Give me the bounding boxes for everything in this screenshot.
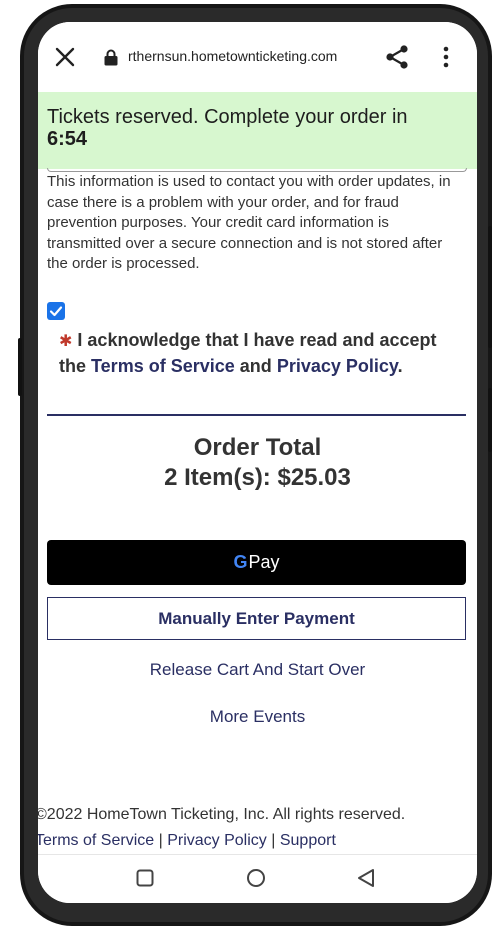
footer-separator: | bbox=[271, 832, 276, 849]
side-button-right-top bbox=[488, 226, 492, 348]
more-events-link[interactable]: More Events bbox=[38, 707, 477, 727]
acknowledge-label: ✱ I acknowledge that I have read and acc… bbox=[59, 328, 464, 379]
recent-apps-icon[interactable] bbox=[136, 869, 154, 887]
acknowledge-checkbox[interactable] bbox=[47, 302, 65, 320]
reservation-timer: 6:54 bbox=[47, 128, 88, 150]
android-nav-bar bbox=[38, 854, 477, 903]
footer-privacy-link[interactable]: Privacy Policy bbox=[167, 832, 267, 849]
required-asterisk: ✱ bbox=[59, 333, 73, 350]
share-icon[interactable] bbox=[384, 44, 410, 70]
google-pay-button[interactable]: G Pay bbox=[47, 540, 466, 585]
section-divider bbox=[47, 414, 466, 416]
privacy-info-text: This information is used to contact you … bbox=[47, 173, 451, 272]
acknowledge-and: and bbox=[239, 356, 272, 376]
phone-screen: rthernsun.hometownticketing.com Tickets … bbox=[38, 22, 477, 903]
footer-links: Terms of Service | Privacy Policy | Supp… bbox=[38, 832, 336, 850]
google-pay-label: Pay bbox=[248, 552, 280, 572]
close-icon[interactable] bbox=[54, 46, 76, 68]
reservation-text: Tickets reserved. Complete your order in bbox=[47, 106, 408, 128]
acknowledge-period: . bbox=[397, 356, 403, 376]
side-button-right-bottom bbox=[488, 388, 492, 452]
google-g-icon: G bbox=[233, 552, 248, 572]
reservation-banner: Tickets reserved. Complete your order in… bbox=[38, 92, 477, 169]
order-total-amount: 2 Item(s): $25.03 bbox=[164, 464, 351, 491]
side-button-left bbox=[18, 338, 22, 396]
home-icon[interactable] bbox=[246, 868, 266, 888]
back-icon[interactable] bbox=[356, 868, 376, 888]
manual-payment-button[interactable]: Manually Enter Payment bbox=[47, 597, 466, 640]
browser-url-bar: rthernsun.hometownticketing.com bbox=[38, 22, 477, 92]
more-vert-icon[interactable] bbox=[442, 46, 450, 68]
reservation-message: Tickets reserved. Complete your order in… bbox=[47, 106, 467, 150]
lock-icon bbox=[104, 49, 118, 66]
check-icon bbox=[49, 306, 63, 317]
order-total-title: Order Total bbox=[193, 434, 322, 461]
copyright-text: ©2022 HomeTown Ticketing, Inc. All right… bbox=[38, 806, 406, 823]
footer-support-link[interactable]: Support bbox=[280, 832, 336, 849]
footer-separator: | bbox=[158, 832, 163, 849]
url-text[interactable]: rthernsun.hometownticketing.com bbox=[128, 48, 337, 64]
release-cart-link[interactable]: Release Cart And Start Over bbox=[38, 660, 477, 680]
terms-of-service-link[interactable]: Terms of Service bbox=[91, 356, 235, 376]
footer-terms-link[interactable]: Terms of Service bbox=[38, 832, 154, 849]
privacy-policy-link[interactable]: Privacy Policy bbox=[277, 356, 398, 376]
